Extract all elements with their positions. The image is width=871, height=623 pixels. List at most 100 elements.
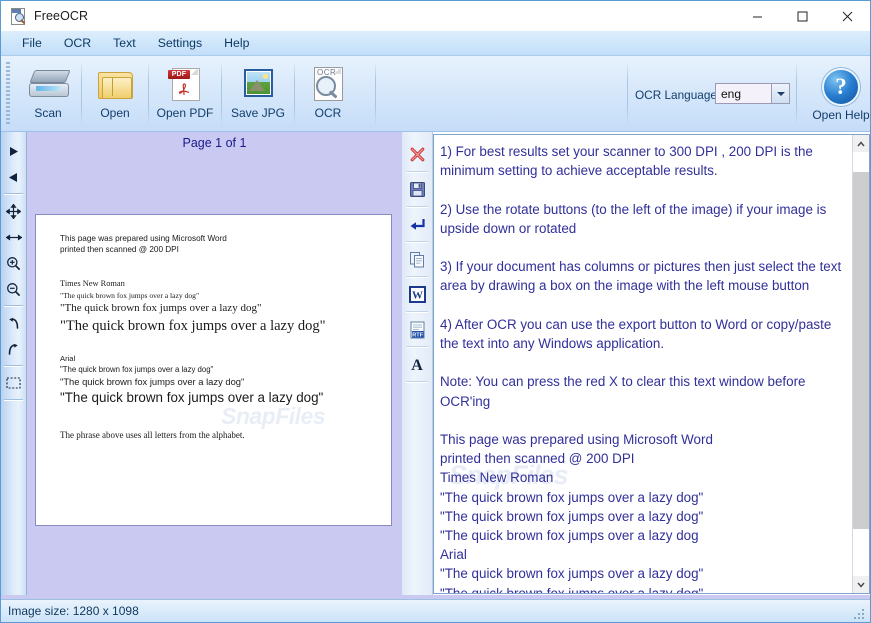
separator bbox=[4, 365, 23, 367]
menu-settings[interactable]: Settings bbox=[149, 33, 211, 53]
question-mark-icon: ? bbox=[822, 68, 860, 106]
separator bbox=[406, 381, 428, 383]
rotate-left-button[interactable] bbox=[1, 310, 26, 336]
clear-text-button[interactable] bbox=[402, 140, 432, 169]
open-button[interactable]: Open bbox=[82, 58, 148, 130]
scanned-page[interactable]: SnapFiles This page was prepared using M… bbox=[35, 214, 392, 526]
freeocr-window: FreeOCR File OCR Text Settings Help Scan… bbox=[0, 0, 871, 623]
rotate-ccw-icon bbox=[9, 317, 19, 329]
separator bbox=[406, 206, 428, 208]
separator bbox=[406, 241, 428, 243]
zoom-out-button[interactable] bbox=[1, 276, 26, 302]
horizontal-resize-icon bbox=[5, 234, 22, 240]
resize-grip-icon[interactable] bbox=[854, 606, 867, 619]
ocr-button[interactable]: OCR OCR bbox=[295, 58, 361, 130]
text-tools-toolbar: W RTF A bbox=[402, 132, 433, 595]
fit-width-button[interactable] bbox=[1, 224, 26, 250]
ocr-magnifier-icon: OCR bbox=[306, 63, 350, 103]
save-jpg-button[interactable]: Save JPG bbox=[222, 58, 294, 130]
image-tools-toolbar bbox=[1, 132, 27, 595]
open-label: Open bbox=[100, 106, 130, 120]
ocr-language-value: eng bbox=[721, 87, 742, 101]
scroll-thumb[interactable] bbox=[853, 172, 869, 529]
open-help-label: Open Help bbox=[812, 108, 870, 122]
ribbon-toolbar: Scan Open PDF Open PDF Save JPG OCR OCR … bbox=[1, 56, 870, 146]
magnifier-minus-icon bbox=[7, 282, 21, 296]
previous-page-button[interactable] bbox=[1, 164, 26, 190]
svg-text:W: W bbox=[412, 290, 423, 302]
zoom-in-button[interactable] bbox=[1, 250, 26, 276]
select-region-button[interactable] bbox=[1, 370, 26, 396]
image-size-status: Image size: 1280 x 1098 bbox=[8, 604, 139, 618]
save-text-button[interactable] bbox=[402, 175, 432, 204]
pdf-file-icon: PDF bbox=[163, 63, 207, 103]
rotate-right-button[interactable] bbox=[1, 336, 26, 362]
menu-file[interactable]: File bbox=[13, 33, 51, 53]
separator bbox=[406, 311, 428, 313]
separator bbox=[4, 193, 23, 195]
image-file-icon bbox=[236, 63, 280, 103]
folder-open-icon bbox=[93, 63, 137, 103]
ribbon-language-group: OCR Language: eng ? Open Help bbox=[627, 60, 870, 130]
rotate-cw-icon bbox=[8, 343, 18, 355]
rtf-document-icon: RTF bbox=[410, 321, 424, 338]
status-bar: Image size: 1280 x 1098 bbox=[1, 599, 870, 622]
app-icon bbox=[10, 7, 27, 25]
scanner-icon bbox=[26, 63, 71, 103]
save-jpg-label: Save JPG bbox=[230, 106, 286, 120]
scroll-up-button[interactable] bbox=[853, 135, 869, 152]
image-preview-panel[interactable]: Page 1 of 1 SnapFiles This page was prep… bbox=[27, 132, 402, 595]
ribbon-grip bbox=[6, 62, 10, 126]
triangle-left-icon bbox=[9, 172, 17, 182]
floppy-disk-icon bbox=[409, 182, 425, 197]
menu-text[interactable]: Text bbox=[104, 33, 145, 53]
export-rtf-button[interactable]: RTF bbox=[402, 315, 432, 344]
separator bbox=[627, 62, 628, 126]
chevron-down-icon[interactable] bbox=[771, 84, 789, 103]
doc-header-line-2: printed then scanned @ 200 DPI bbox=[60, 245, 179, 254]
text-panel-scrollbar[interactable] bbox=[852, 135, 869, 593]
menu-help[interactable]: Help bbox=[215, 33, 258, 53]
ocr-text-content[interactable]: 1) For best results set your scanner to … bbox=[440, 142, 844, 593]
red-x-icon bbox=[410, 147, 424, 162]
open-pdf-button[interactable]: PDF Open PDF bbox=[149, 58, 221, 130]
doc-times-line-2: "The quick brown fox jumps over a lazy d… bbox=[60, 302, 262, 314]
insert-newline-button[interactable] bbox=[402, 210, 432, 239]
separator bbox=[375, 61, 376, 127]
scan-button[interactable]: Scan bbox=[15, 58, 81, 130]
export-word-button[interactable]: W bbox=[402, 280, 432, 309]
separator bbox=[406, 276, 428, 278]
menu-ocr[interactable]: OCR bbox=[55, 33, 100, 53]
maximize-button[interactable] bbox=[780, 1, 825, 31]
minimize-button[interactable] bbox=[735, 1, 780, 31]
svg-text:RTF: RTF bbox=[412, 332, 423, 338]
doc-arial-line-2: "The quick brown fox jumps over a lazy d… bbox=[60, 376, 245, 387]
ocr-language-label: OCR Language: bbox=[635, 88, 721, 102]
open-pdf-label: Open PDF bbox=[156, 106, 214, 120]
separator bbox=[4, 305, 23, 307]
ribbon-main-group: Scan Open PDF Open PDF Save JPG OCR OCR bbox=[15, 58, 376, 130]
doc-header-line-1: This page was prepared using Microsoft W… bbox=[60, 234, 227, 243]
enter-arrow-icon bbox=[410, 219, 425, 230]
doc-times-line-1: "The quick brown fox jumps over a lazy d… bbox=[60, 291, 200, 300]
magnifier-plus-icon bbox=[7, 256, 21, 270]
doc-arial-line-3: "The quick brown fox jumps over a lazy d… bbox=[60, 390, 324, 405]
ocr-language-select[interactable]: eng bbox=[715, 83, 790, 104]
separator bbox=[406, 346, 428, 348]
dashed-selection-icon bbox=[6, 377, 21, 389]
chevron-up-icon bbox=[857, 140, 865, 146]
menu-bar: File OCR Text Settings Help bbox=[1, 31, 870, 56]
next-page-button[interactable] bbox=[1, 138, 26, 164]
scroll-down-button[interactable] bbox=[853, 576, 869, 593]
open-help-button[interactable]: ? Open Help bbox=[812, 68, 870, 128]
word-document-icon: W bbox=[408, 286, 426, 303]
change-font-button[interactable]: A bbox=[402, 350, 432, 379]
page-indicator: Page 1 of 1 bbox=[182, 136, 247, 150]
scroll-track[interactable] bbox=[853, 152, 869, 576]
pan-image-button[interactable] bbox=[1, 198, 26, 224]
close-button[interactable] bbox=[825, 1, 870, 31]
scan-label: Scan bbox=[34, 106, 62, 120]
copy-text-button[interactable] bbox=[402, 245, 432, 274]
separator bbox=[406, 171, 428, 173]
ocr-text-panel[interactable]: SnapFiles 1) For best results set your s… bbox=[433, 134, 870, 594]
